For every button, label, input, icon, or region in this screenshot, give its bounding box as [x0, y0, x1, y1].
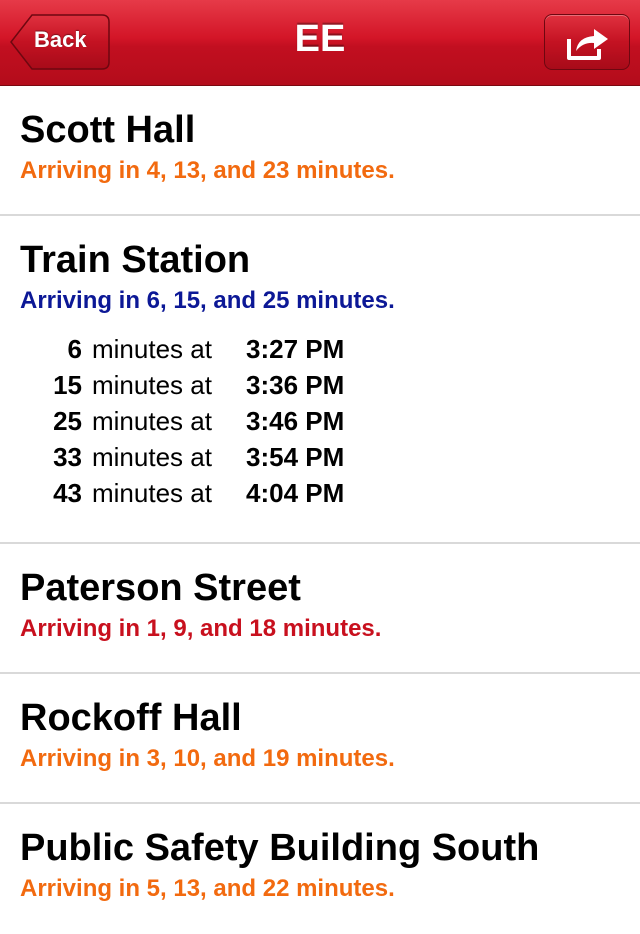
- schedule-row: 6 minutes at 3:27 PM: [20, 334, 640, 370]
- schedule-minutes: 15: [53, 370, 82, 400]
- schedule-time: 3:54 PM: [246, 442, 345, 472]
- schedule-row: 15 minutes at 3:36 PM: [20, 370, 640, 406]
- arrival-text: Arriving in 1, 9, and 18 minutes.: [20, 615, 382, 642]
- schedule-time: 4:04 PM: [246, 478, 345, 508]
- arrival-text: Arriving in 3, 10, and 19 minutes.: [20, 745, 395, 772]
- navigation-bar: Back EE: [0, 0, 640, 86]
- schedule-minutes: 43: [53, 478, 82, 508]
- schedule-row: 25 minutes at 3:46 PM: [20, 406, 640, 442]
- schedule-minutes: 6: [67, 334, 82, 364]
- stop-row-paterson-street[interactable]: Paterson Street Arriving in 1, 9, and 18…: [0, 544, 640, 674]
- schedule-label: minutes at: [92, 442, 212, 472]
- arrival-text: Arriving in 5, 13, and 22 minutes.: [20, 875, 395, 902]
- stop-name: Scott Hall: [20, 109, 196, 151]
- stop-name: Paterson Street: [20, 567, 301, 609]
- stop-row-rockoff-hall[interactable]: Rockoff Hall Arriving in 3, 10, and 19 m…: [0, 674, 640, 804]
- stop-row-public-safety-building-south[interactable]: Public Safety Building South Arriving in…: [0, 804, 640, 934]
- stop-list: Scott Hall Arriving in 4, 13, and 23 min…: [0, 86, 640, 934]
- stop-name: Train Station: [20, 239, 251, 281]
- stop-name: Public Safety Building South: [20, 827, 540, 869]
- stop-name: Rockoff Hall: [20, 697, 242, 739]
- schedule-time: 3:27 PM: [246, 334, 345, 364]
- schedule-label: minutes at: [92, 334, 212, 364]
- schedule-row: 43 minutes at 4:04 PM: [20, 478, 640, 514]
- schedule-label: minutes at: [92, 370, 212, 400]
- schedule-row: 33 minutes at 3:54 PM: [20, 442, 640, 478]
- schedule-time: 3:36 PM: [246, 370, 345, 400]
- schedule-label: minutes at: [92, 406, 212, 436]
- schedule-minutes: 33: [53, 442, 82, 472]
- schedule-time: 3:46 PM: [246, 406, 345, 436]
- stop-row-scott-hall[interactable]: Scott Hall Arriving in 4, 13, and 23 min…: [0, 86, 640, 216]
- schedule-label: minutes at: [92, 478, 212, 508]
- share-arrow-icon: [567, 29, 608, 60]
- arrival-text: Arriving in 4, 13, and 23 minutes.: [20, 157, 395, 184]
- arrival-schedule: 6 minutes at 3:27 PM 15 minutes at 3:36 …: [20, 334, 640, 514]
- schedule-minutes: 25: [53, 406, 82, 436]
- arrival-text: Arriving in 6, 15, and 25 minutes.: [20, 287, 395, 314]
- share-button[interactable]: [544, 14, 630, 70]
- stop-row-train-station[interactable]: Train Station Arriving in 6, 15, and 25 …: [0, 216, 640, 544]
